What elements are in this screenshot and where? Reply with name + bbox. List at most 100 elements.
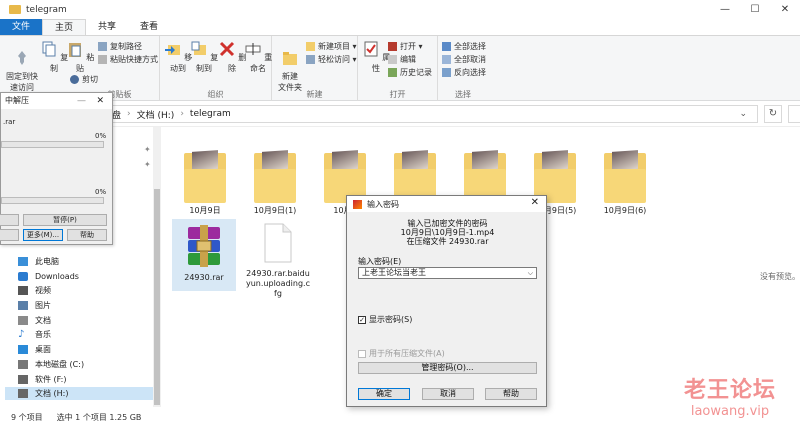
file-name: 24930.rar <box>184 273 224 282</box>
refresh-button[interactable]: ↻ <box>764 105 782 123</box>
easy-access-button[interactable]: 轻松访问 ▾ <box>306 54 357 65</box>
cut-button[interactable]: 剪切 <box>70 74 98 85</box>
encrypted-file-path: 10月9日\10月9日-1.mp4 <box>400 228 495 237</box>
drive-icon <box>18 360 28 369</box>
drive-icon <box>18 375 28 384</box>
select-all-label: 全部选择 <box>454 42 486 51</box>
close-button[interactable]: ✕ <box>531 197 539 208</box>
new-group-label: 新建 <box>306 90 323 99</box>
breadcrumb-separator: › <box>127 109 131 119</box>
extract-dialog-titlebar: 中解压 — ✕ <box>1 93 112 109</box>
minimize-button[interactable]: — <box>710 0 740 19</box>
nav-label: Downloads <box>35 272 79 281</box>
new-item-button[interactable]: 新建项目 ▾ <box>306 41 357 52</box>
close-button[interactable]: ✕ <box>96 93 104 109</box>
select-none-button[interactable]: 全部取消 <box>442 54 486 65</box>
move-to-icon <box>164 45 180 55</box>
nav-drive-c[interactable]: 本地磁盘 (C:) <box>18 358 84 371</box>
folder-icon <box>254 150 296 203</box>
tab-share[interactable]: 共享 <box>86 19 128 35</box>
edit-label: 编辑 <box>400 55 416 64</box>
breadcrumb-drive-h[interactable]: 文档 (H:) <box>137 108 175 121</box>
nav-videos[interactable]: 视频 <box>18 284 51 297</box>
file-name: 10月9日(6) <box>603 206 647 215</box>
tab-view[interactable]: 查看 <box>128 19 170 35</box>
open-button[interactable]: 打开 ▾ <box>388 41 423 52</box>
folder-icon <box>604 150 646 203</box>
organize-group-label: 组织 <box>207 90 224 99</box>
breadcrumb-telegram[interactable]: telegram <box>190 109 231 119</box>
tab-home[interactable]: 主页 <box>42 19 87 35</box>
delete-icon <box>219 41 234 57</box>
background-button[interactable] <box>0 214 19 226</box>
ok-button[interactable]: 确定 <box>358 388 410 400</box>
select-all-button[interactable]: 全部选择 <box>442 41 486 52</box>
search-input[interactable] <box>788 105 800 123</box>
rar-file-item[interactable]: 24930.rar <box>172 219 236 291</box>
cfg-file-item[interactable]: 24930.rar.baidu yun.uploading.c fg <box>242 223 314 299</box>
password-dialog-titlebar: 输入密码 ✕ <box>347 196 546 212</box>
folder-item[interactable]: 10月9日(6) <box>590 150 660 216</box>
help-button[interactable]: 帮助 <box>67 229 107 241</box>
nav-desktop[interactable]: 桌面 <box>18 343 51 356</box>
nav-documents[interactable]: 文档 <box>18 314 51 327</box>
nav-label: 此电脑 <box>35 257 59 266</box>
nav-music[interactable]: ♪ 音乐 <box>18 328 51 341</box>
nav-label: 文档 <box>35 316 51 325</box>
open-label: 打开 ▾ <box>400 42 423 51</box>
pin-icon[interactable]: ✦ <box>144 145 151 154</box>
copy-path-button[interactable]: 复制路径 <box>98 41 142 52</box>
open-group-label: 打开 <box>389 90 406 99</box>
folder-icon <box>9 5 21 14</box>
nav-drive-h[interactable]: 文档 (H:) <box>5 387 153 400</box>
cancel-button[interactable]: 取消 <box>422 388 474 400</box>
document-icon <box>18 316 28 325</box>
new-folder-button[interactable]: 新建 文件夹 <box>272 40 308 93</box>
pause-button[interactable]: 暂停(P) <box>23 214 107 226</box>
copy-path-icon <box>98 42 107 51</box>
desktop-icon <box>18 345 28 354</box>
cancel-button[interactable] <box>0 229 19 241</box>
more-button[interactable]: 更多(M)... <box>23 229 63 241</box>
paste-button[interactable]: 粘贴 <box>62 40 98 74</box>
nav-scrollbar[interactable] <box>153 127 161 407</box>
chevron-down-icon[interactable]: ⌵ <box>528 268 533 278</box>
nav-this-pc[interactable]: 此电脑 <box>18 255 59 268</box>
invert-selection-button[interactable]: 反向选择 <box>442 67 486 78</box>
folder-item[interactable]: 10月9日(1) <box>240 150 310 216</box>
copy-path-label: 复制路径 <box>110 42 142 51</box>
rename-icon <box>245 43 261 55</box>
edit-button[interactable]: 编辑 <box>388 54 416 65</box>
maximize-button[interactable]: ☐ <box>740 0 770 19</box>
pin-icon[interactable]: ✦ <box>144 160 151 169</box>
tab-file[interactable]: 文件 <box>0 19 43 35</box>
nav-drive-f[interactable]: 软件 (F:) <box>18 373 66 386</box>
address-dropdown-icon[interactable]: ⌄ <box>739 109 747 119</box>
history-button[interactable]: 历史记录 <box>388 67 432 78</box>
nav-scrollbar-thumb[interactable] <box>154 189 160 405</box>
minimize-button[interactable]: — <box>77 93 86 109</box>
close-button[interactable]: ✕ <box>770 0 800 19</box>
extract-progress-dialog: 中解压 — ✕ .rar 0% 0% 暂停(P) 更多(M)... 帮助 <box>0 92 113 245</box>
open-icon <box>388 42 397 51</box>
pin-label: 固定到快 速访问 <box>6 72 38 92</box>
show-password-checkbox[interactable]: ✓ 显示密码(S) <box>358 314 412 325</box>
invert-selection-label: 反向选择 <box>454 68 486 77</box>
manage-passwords-button[interactable]: 管理密码(O)... <box>358 362 537 374</box>
rename-button[interactable]: 重命名 <box>240 40 276 74</box>
pin-quick-access-button[interactable]: 固定到快 速访问 <box>4 40 40 93</box>
copy-icon <box>42 41 56 57</box>
paste-shortcut-button[interactable]: 粘贴快捷方式 <box>98 54 158 65</box>
drive-icon <box>18 389 28 398</box>
folder-item[interactable]: 10月9日 <box>170 150 240 216</box>
address-bar[interactable]: 盘 › 文档 (H:) › telegram ⌄ <box>105 105 758 123</box>
item-count: 9 个项目 <box>11 412 43 422</box>
nav-pictures[interactable]: 图片 <box>18 299 51 312</box>
checkbox-unchecked-icon <box>358 349 366 358</box>
help-button[interactable]: 帮助 <box>485 388 537 400</box>
password-input[interactable]: 上老王论坛当老王 ⌵ <box>358 267 537 279</box>
breadcrumb-drive-partial[interactable]: 盘 <box>112 108 121 121</box>
winrar-icon <box>353 199 362 209</box>
use-for-all-archives-checkbox[interactable]: 用于所有压缩文件(A) <box>358 348 445 359</box>
nav-downloads[interactable]: Downloads <box>18 270 79 283</box>
